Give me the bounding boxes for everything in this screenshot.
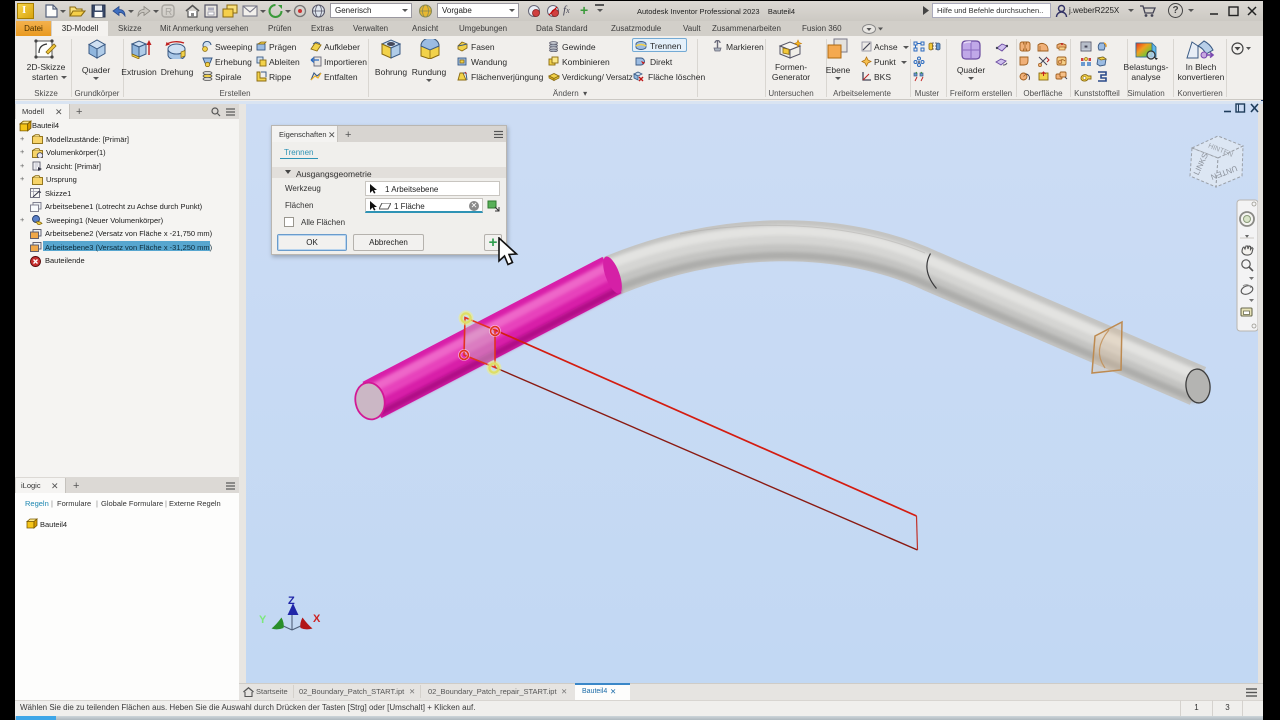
svg-text:Z: Z xyxy=(288,595,295,607)
svg-text:X: X xyxy=(313,613,321,625)
svg-text:Y: Y xyxy=(259,614,267,626)
